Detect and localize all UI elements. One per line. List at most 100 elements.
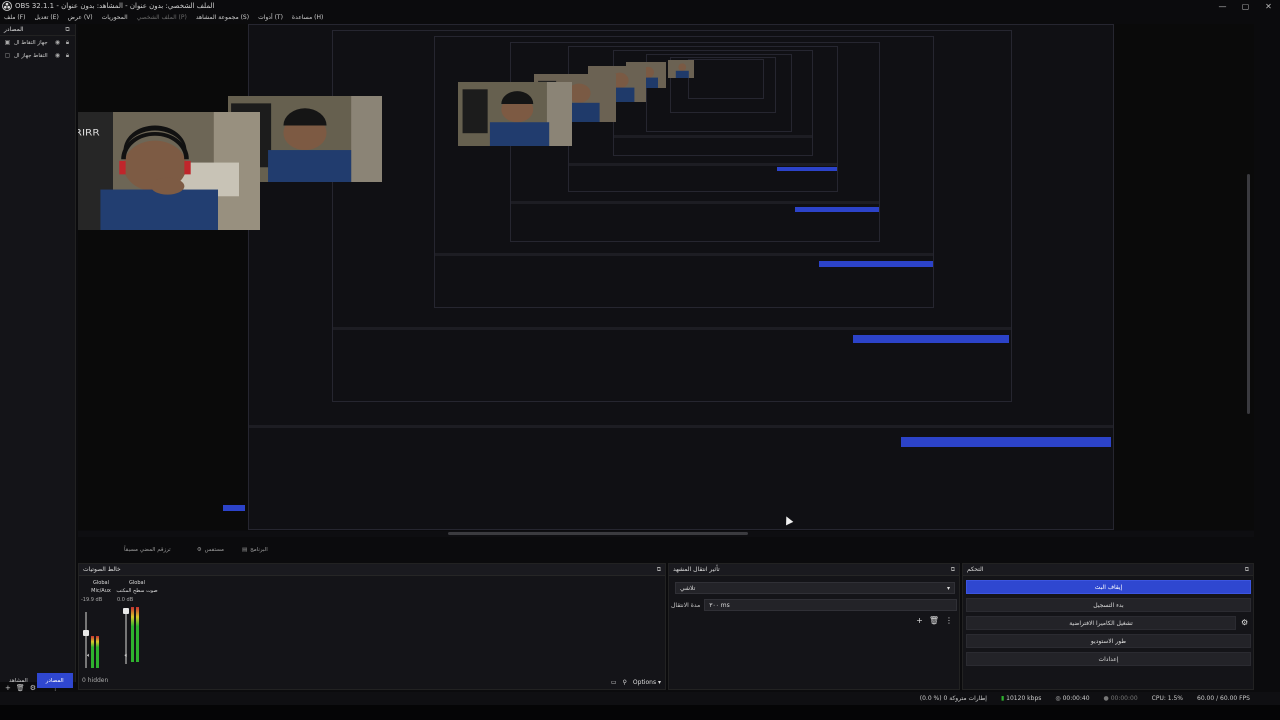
source-item[interactable]: ▢ التقاط جهاز ال ◉ 🔒︎ (0, 49, 75, 62)
tab-record-label[interactable]: ترزقم المضي مسبقاً (124, 547, 171, 553)
add-icon[interactable]: + (916, 616, 923, 625)
tab-settings[interactable]: ⚙ مستفس (197, 547, 224, 553)
webcam-source[interactable]: HRIRR (78, 112, 260, 230)
channel-name[interactable]: صوت سطح المكتب (115, 588, 159, 594)
controls-title: التحكم (967, 566, 984, 573)
cpu-usage: CPU: 1.5% (1151, 695, 1184, 702)
nested-active-button (819, 261, 933, 267)
stop-streaming-button[interactable]: إيقاف البث (966, 580, 1251, 594)
window-controls: — ▢ ✕ (1211, 0, 1280, 12)
record-time: ● 00:00:00 (1104, 695, 1138, 702)
camera-source-icon: ▣ (4, 39, 11, 46)
dock-float-icon[interactable]: ⧉ (951, 566, 955, 574)
dock-float-icon[interactable]: ⧉ (1245, 566, 1249, 574)
lock-icon[interactable]: 🔒︎ (64, 39, 71, 46)
nested-dock-bar (333, 327, 1011, 330)
nested-preview-9 (688, 59, 764, 99)
preview-horizontal-scrollbar[interactable] (78, 531, 1254, 537)
controls-header: التحكم ⧉ (963, 564, 1253, 576)
start-virtual-camera-button[interactable]: تشغيل الكاميرا الافتراضية (966, 616, 1236, 630)
bitrate-value: 10120 kbps (1006, 695, 1042, 702)
stream-time-value: 00:00:40 (1062, 695, 1090, 702)
fader-knob[interactable] (123, 608, 129, 614)
transitions-header: تأثير انتقال المشهد ⧉ (669, 564, 959, 576)
mixer-title: خالط الصوتيات (83, 566, 121, 573)
tab-scenes[interactable]: المشاهد (0, 673, 37, 688)
broadcast-icon: ◎ (1055, 695, 1061, 702)
link-icon[interactable]: ⚲ (623, 679, 627, 686)
menu-bar: ملف (F) تعديل (E) عرض (V) المحوريات المل… (0, 12, 1280, 23)
sources-header: المصادر ⧉ (0, 24, 75, 36)
chevron-down-icon: ▾ (946, 584, 950, 592)
gear-icon: ⚙ (196, 547, 202, 553)
menu-docks[interactable]: المحوريات (98, 14, 133, 21)
program-preview[interactable]: HRIRR (78, 24, 1254, 530)
start-recording-button[interactable]: بدء التسجيل (966, 598, 1251, 612)
menu-tools[interactable]: أدوات (T) (254, 14, 288, 21)
nested-dock-bar (435, 253, 933, 256)
controls-dock: التحكم ⧉ إيقاف البث بدء التسجيل تشغيل ال… (962, 563, 1254, 690)
stream-time: ◎ 00:00:40 (1055, 695, 1089, 702)
webcam-echo (668, 60, 694, 78)
minimize-button[interactable]: — (1211, 0, 1234, 12)
nested-dock-bar (569, 163, 837, 166)
document-icon: ▤ (241, 547, 248, 553)
signal-icon: ▮ (1000, 695, 1005, 702)
close-button[interactable]: ✕ (1257, 0, 1280, 12)
menu-view[interactable]: عرض (V) (64, 14, 98, 21)
menu-scene-collection[interactable]: مجموعة المشاهد (S) (192, 14, 254, 21)
nested-dock-bar (614, 135, 812, 138)
sources-dock: المصادر ⧉ ▣ جهاز التقاط ال ◉ 🔒︎ ▢ التقاط… (0, 24, 76, 692)
transition-select[interactable]: تلاشي ▾ (675, 582, 955, 594)
duration-row: مدة الانتقال ٣٠٠ ms (671, 599, 957, 611)
fader-knob[interactable] (83, 630, 89, 636)
nested-active-button (853, 335, 1009, 343)
speaker-icon[interactable]: 🔈︎ (87, 652, 91, 660)
svg-text:HRIRR: HRIRR (78, 129, 100, 139)
maximize-button[interactable]: ▢ (1234, 0, 1257, 12)
duration-label: مدة الانتقال (671, 601, 701, 609)
menu-profile[interactable]: الملف الشخصي (P) (133, 14, 192, 21)
tab-sources[interactable]: المصادر (36, 673, 73, 688)
more-icon[interactable]: ⋮ (945, 616, 953, 625)
lock-icon[interactable]: 🔒︎ (64, 52, 71, 59)
transition-toolbar: + 🗑︎ ⋮ (916, 616, 953, 625)
obs-logo-icon (2, 1, 12, 11)
source-label: التقاط جهاز ال (14, 52, 48, 59)
trash-icon[interactable]: 🗑︎ (929, 616, 939, 625)
menu-edit[interactable]: تعديل (E) (30, 14, 63, 21)
nested-active-button (901, 437, 1111, 447)
visibility-eye-icon[interactable]: ◉ (54, 52, 61, 59)
transitions-dock: تأثير انتقال المشهد ⧉ تلاشي ▾ مدة الانتق… (668, 563, 960, 690)
dock-float-icon[interactable]: ⧉ (64, 26, 71, 33)
menu-file[interactable]: ملف (F) (0, 14, 30, 21)
mixer-options-group: ▭ ⚲ Options ▾ (611, 679, 661, 686)
speaker-icon[interactable]: 🔈︎ (125, 652, 129, 660)
channel-global-label: Global (129, 580, 145, 586)
dock-tab-strip: ترزقم المضي مسبقاً ⚙ مستفس ▤ البرنامج (78, 540, 1254, 560)
studio-mode-button[interactable]: طور الاستوديو (966, 634, 1251, 648)
settings-button[interactable]: إعدادات (966, 652, 1251, 666)
visibility-eye-icon[interactable]: ◉ (54, 39, 61, 46)
tab-stats[interactable]: ▤ البرنامج (242, 547, 268, 553)
preview-scrollbar[interactable] (1247, 174, 1250, 414)
title-bar: OBS 32.1.1 - الملف الشخصي: بدون عنوان - … (0, 0, 1280, 12)
scrollbar-thumb[interactable] (448, 532, 748, 535)
bitrate: ▮ 10120 kbps (1001, 695, 1041, 702)
menu-help[interactable]: مساعدة (H) (288, 14, 328, 21)
tab-settings-label: مستفس (204, 547, 224, 553)
options-label: Options (632, 678, 657, 686)
layout-icon[interactable]: ▭ (611, 679, 617, 686)
nested-dock-bar (249, 425, 1113, 428)
gear-icon[interactable]: ⚙ (1241, 618, 1248, 627)
taskbar-edge (0, 705, 1280, 720)
source-item[interactable]: ▣ جهاز التقاط ال ◉ 🔒︎ (0, 36, 75, 49)
transition-selected: تلاشي (680, 584, 696, 592)
capture-source-icon: ▢ (4, 52, 11, 59)
dock-float-icon[interactable]: ⧉ (657, 566, 661, 574)
duration-input[interactable]: ٣٠٠ ms (704, 599, 957, 611)
options-button[interactable]: Options ▾ (633, 679, 661, 686)
mixer-options-bar: ▭ ⚲ Options ▾ (79, 675, 665, 689)
status-bar: (0.0 %) 0 إطارات متروكة ▮ 10120 kbps ◎ 0… (0, 692, 1280, 705)
hidden-count: 0 hidden (82, 677, 109, 684)
